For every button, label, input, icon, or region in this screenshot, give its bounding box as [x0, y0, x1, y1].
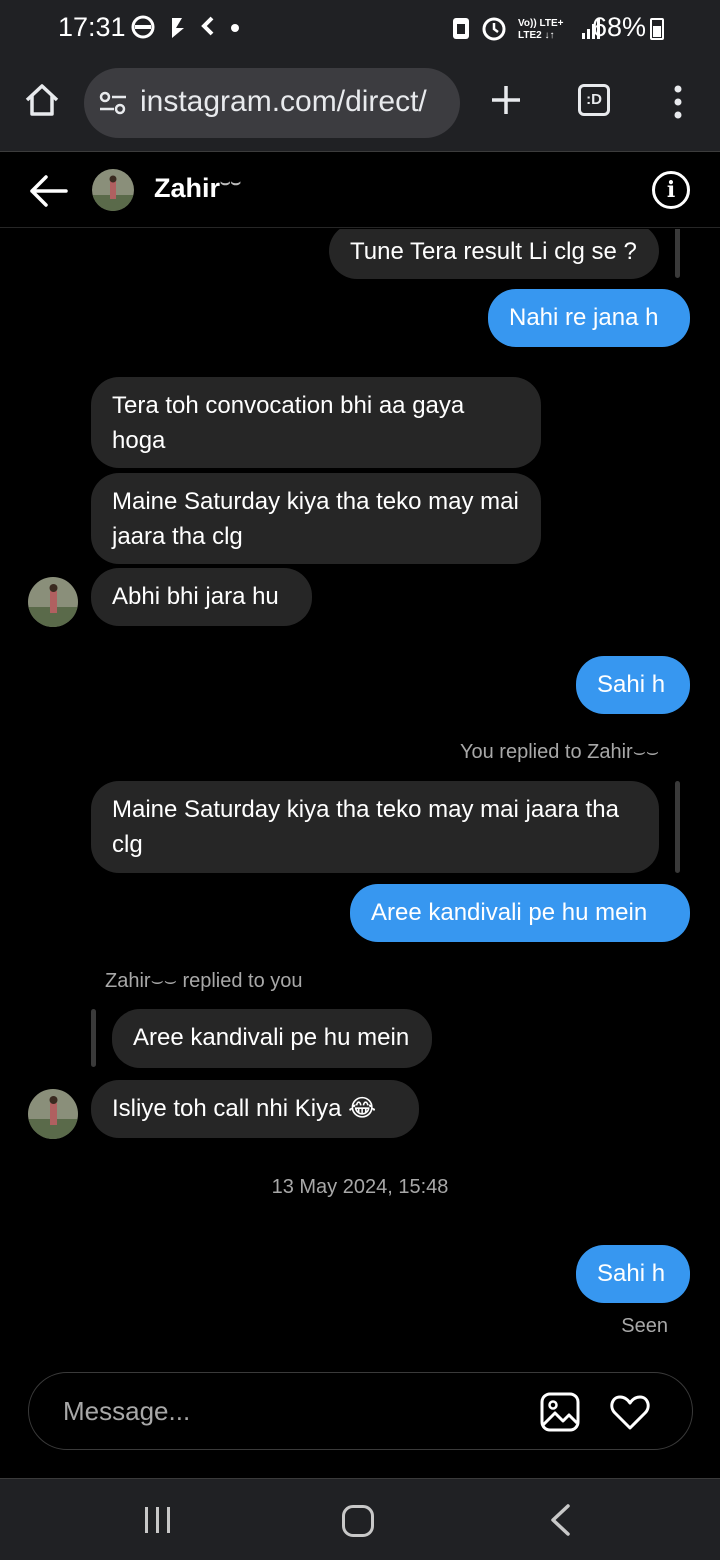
reply-quote-bar [675, 229, 680, 278]
reply-label: Zahir⌣⌣ replied to you [105, 970, 303, 992]
message-bubble-incoming[interactable]: Tera toh convocation bhi aa gaya hoga [91, 377, 541, 468]
recents-icon[interactable] [142, 1505, 174, 1535]
notification-app-icon [172, 18, 184, 38]
url-text: instagram.com/direct/ [140, 85, 427, 118]
seen-status: Seen [621, 1315, 668, 1337]
message-bubble-incoming[interactable]: Isliye toh call nhi Kiya 😂 [91, 1080, 419, 1138]
message-bubble-outgoing[interactable]: Nahi re jana h [488, 289, 690, 347]
site-settings-icon[interactable] [98, 90, 128, 116]
status-time: 17:31 [58, 12, 126, 42]
quoted-message[interactable]: Aree kandivali pe hu mein [112, 1009, 432, 1068]
message-thread[interactable]: Tune Tera result Li clg se ? Nahi re jan… [0, 229, 720, 1369]
heart-icon[interactable] [609, 1392, 651, 1432]
message-bubble-incoming-reply[interactable]: Tune Tera result Li clg se ? [329, 229, 659, 279]
message-timestamp: 13 May 2024, 15:48 [271, 1176, 449, 1198]
contact-name[interactable]: Zahir⌣⌣ [154, 173, 241, 204]
notification-dot-icon [231, 24, 239, 32]
notification-app-icon [131, 15, 155, 39]
quoted-message[interactable]: Maine Saturday kiya tha teko may mai jaa… [91, 781, 659, 873]
battery-saver-icon [453, 18, 469, 39]
status-bar: 17:31 Vo)) LTE+ LTE2 ↓↑ 68% [0, 0, 720, 56]
avatar[interactable] [92, 169, 134, 211]
chat-header: Zahir⌣⌣ i [0, 153, 720, 228]
more-menu-icon[interactable] [666, 82, 690, 122]
home-icon[interactable] [22, 80, 62, 120]
info-icon[interactable]: i [652, 171, 690, 209]
reply-quote-bar [675, 781, 680, 873]
browser-toolbar: instagram.com/direct/ :D [0, 56, 720, 152]
message-composer [28, 1372, 693, 1450]
message-bubble-incoming[interactable]: Abhi bhi jara hu [91, 568, 312, 626]
reply-label: You replied to Zahir⌣⌣ [460, 741, 660, 763]
message-bubble-incoming[interactable]: Maine Saturday kiya tha teko may mai jaa… [91, 473, 541, 564]
avatar[interactable] [28, 1089, 78, 1139]
back-arrow-icon[interactable] [26, 171, 70, 211]
avatar[interactable] [28, 577, 78, 627]
message-bubble-outgoing[interactable]: Sahi h [576, 1245, 690, 1303]
new-tab-icon[interactable] [488, 82, 524, 118]
svg-text:Vo)) LTE+: Vo)) LTE+ [518, 18, 564, 29]
battery-percent: 68% [591, 12, 646, 42]
tab-switcher-button[interactable]: :D [578, 84, 610, 116]
message-input[interactable] [63, 1391, 503, 1431]
reply-quote-bar [91, 1009, 96, 1067]
url-bar[interactable]: instagram.com/direct/ [84, 68, 460, 138]
network-type-icon: Vo)) LTE+LTE2 ↓↑ [518, 18, 564, 41]
svg-text:LTE2 ↓↑: LTE2 ↓↑ [518, 30, 554, 41]
notification-app-icon [201, 16, 214, 36]
alarm-icon [482, 17, 506, 41]
message-bubble-outgoing[interactable]: Sahi h [576, 656, 690, 714]
status-system-icons: Vo)) LTE+ LTE2 ↓↑ [450, 14, 602, 42]
system-home-icon[interactable] [342, 1505, 374, 1537]
message-bubble-outgoing[interactable]: Aree kandivali pe hu mein [350, 884, 690, 942]
gallery-icon[interactable] [539, 1391, 581, 1433]
battery-icon [650, 18, 664, 40]
system-back-icon[interactable] [548, 1503, 572, 1537]
system-navigation-bar [0, 1478, 720, 1560]
status-notification-icons [130, 14, 242, 40]
